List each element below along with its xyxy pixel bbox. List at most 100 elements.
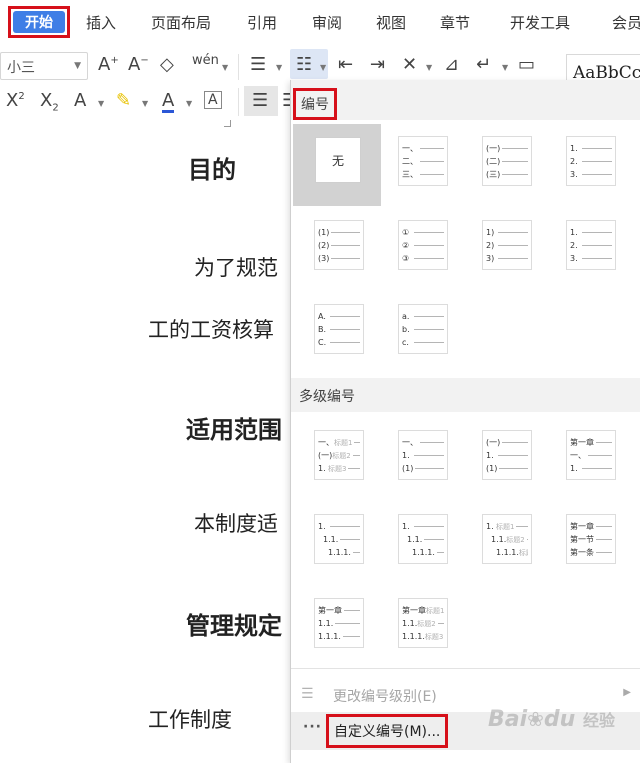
tab-view[interactable]: 视图	[376, 12, 406, 33]
thumbnail-line: 第一条	[570, 546, 612, 560]
text-rule	[420, 148, 444, 149]
doc-paragraph: 为了规范	[194, 256, 278, 280]
shrink-font-icon[interactable]: A−	[128, 56, 149, 74]
doc-heading-scope: 适用范围	[186, 416, 282, 444]
text-rule	[330, 526, 360, 527]
font-color-icon[interactable]: A	[162, 92, 175, 113]
numbering-option[interactable]: 1. 2. 3.	[543, 206, 627, 290]
text-rule	[414, 258, 444, 259]
character-border-icon[interactable]: A	[204, 91, 222, 109]
number-marker: 第一条	[570, 548, 594, 557]
text-effect-icon[interactable]: A	[74, 92, 86, 110]
chevron-down-icon: ▼	[222, 63, 229, 72]
font-size-select[interactable]: 小三 ▼	[0, 52, 88, 80]
increase-indent-icon[interactable]: ⇥	[370, 56, 385, 74]
toolbar-divider	[238, 88, 239, 116]
text-rule	[582, 258, 612, 259]
thumbnail-line: A.	[318, 310, 360, 324]
phonetic-guide-icon[interactable]: wén	[192, 54, 219, 67]
number-marker: 1.	[486, 522, 494, 531]
number-marker: 第一章	[570, 522, 594, 531]
decrease-indent-icon[interactable]: ⇤	[338, 56, 353, 74]
numbering-option[interactable]: 1. 1.1. 1.1.1.	[375, 500, 459, 584]
number-marker: 1.1.1.	[318, 632, 341, 641]
table-grid-icon[interactable]: ▭	[518, 56, 535, 74]
thumbnail-line: 第一章	[570, 436, 612, 450]
numbering-option[interactable]: ① ② ③	[375, 206, 459, 290]
numbering-option[interactable]: 第一章 1.1. 1.1.1.	[291, 584, 375, 668]
tab-insert[interactable]: 插入	[86, 12, 116, 33]
numbering-option[interactable]: 1) 2) 3)	[459, 206, 543, 290]
numbering-option[interactable]: 第一章 一、 1.	[543, 416, 627, 500]
sort-icon[interactable]: ⊿	[444, 56, 459, 74]
heading-caption: 标题1	[334, 439, 353, 447]
superscript-icon[interactable]: X2	[6, 92, 25, 110]
thumbnail-line: 1.	[402, 449, 444, 463]
dialog-launcher-icon[interactable]	[224, 120, 231, 127]
thumbnail-line: 三、	[402, 168, 444, 182]
clear-format-icon[interactable]: ◇	[160, 56, 174, 74]
numbering-option[interactable]: (一) 1. (1)	[459, 416, 543, 500]
numbering-option[interactable]: 无	[293, 124, 381, 206]
thumbnail-line: 一、	[402, 436, 444, 450]
thumbnail-line: ①	[402, 226, 444, 240]
bullet-list-icon[interactable]: ☰	[250, 56, 266, 74]
numbering-thumbnail: (一) (二) (三)	[482, 136, 532, 186]
numbering-thumbnail: 1. 2. 3.	[566, 136, 616, 186]
text-rule	[582, 174, 612, 175]
custom-numbering-label[interactable]: 自定义编号(M)...	[326, 714, 449, 748]
thumbnail-line: 1. 标题3	[318, 462, 360, 476]
numbering-option[interactable]: 1.标题11.1.标题21.1.1.标题3	[459, 500, 543, 584]
numbering-option[interactable]: a. b. c.	[375, 290, 459, 374]
numbering-option[interactable]: 1. 2. 3.	[543, 122, 627, 206]
thumbnail-line: 第一节	[570, 533, 612, 547]
grow-font-icon[interactable]: A+	[98, 56, 119, 74]
number-marker: 1.1.	[323, 535, 339, 544]
numbered-list-icon[interactable]: ☷	[296, 56, 312, 74]
thumbnail-line: (一)标题2	[318, 449, 360, 463]
number-marker: 一、	[570, 451, 586, 460]
paragraph-mark-icon[interactable]: ↵	[476, 56, 491, 74]
tab-home[interactable]: 开始	[8, 6, 70, 38]
text-rule	[414, 526, 444, 527]
tab-chapter[interactable]: 章节	[440, 12, 470, 33]
numbering-option[interactable]: A. B. C.	[291, 290, 375, 374]
numbering-option[interactable]: 1. 1.1. 1.1.1.	[291, 500, 375, 584]
subscript-icon[interactable]: X2	[40, 92, 59, 114]
tab-member[interactable]: 会员	[612, 12, 640, 33]
text-rule	[420, 161, 444, 162]
text-rule	[352, 455, 360, 456]
numbering-option[interactable]: 第一章标题1 1.1.标题2 1.1.1.标题3	[375, 584, 459, 668]
number-marker: 第一节	[570, 535, 594, 544]
doc-paragraph: 工作制度	[148, 708, 232, 732]
thumbnail-line: 1.1.	[402, 533, 444, 547]
numbering-option[interactable]: 一、 二、 三、	[375, 122, 459, 206]
thumbnail-line: 1.1.1.	[318, 546, 360, 560]
numbering-option[interactable]: 一、标题1 (一)标题2 1. 标题3	[291, 416, 375, 500]
text-rule	[502, 148, 528, 149]
tab-references[interactable]: 引用	[247, 12, 277, 33]
highlight-icon[interactable]: ✎	[116, 92, 131, 110]
text-rule	[436, 552, 444, 553]
thumbnail-line: 1.1.1.标题3	[486, 546, 528, 560]
thumbnail-line: 1.1.1.标题3	[402, 630, 444, 644]
numbering-option[interactable]: (一) (二) (三)	[459, 122, 543, 206]
thumbnail-line: C.	[318, 336, 360, 350]
text-rule	[526, 539, 528, 540]
heading-caption: 标题2	[417, 620, 436, 628]
number-marker: 3.	[570, 254, 578, 263]
numbering-option[interactable]: 一、 1. (1)	[375, 416, 459, 500]
text-direction-icon[interactable]: ✕	[402, 56, 417, 74]
watermark-text: du	[543, 707, 576, 732]
tab-developer[interactable]: 开发工具	[510, 12, 570, 33]
numbering-option[interactable]: (1) (2) (3)	[291, 206, 375, 290]
numbering-option[interactable]: 第一章 第一节 第一条	[543, 500, 627, 584]
number-marker: 2.	[570, 157, 578, 166]
chevron-down-icon: ▼	[186, 99, 193, 108]
tab-page-layout[interactable]: 页面布局	[151, 12, 211, 33]
text-rule	[502, 174, 528, 175]
thumbnail-line: 1.1.	[318, 533, 360, 547]
number-marker: (一)	[486, 144, 501, 153]
tab-review[interactable]: 审阅	[312, 12, 342, 33]
align-left-icon: ☰	[252, 90, 269, 111]
